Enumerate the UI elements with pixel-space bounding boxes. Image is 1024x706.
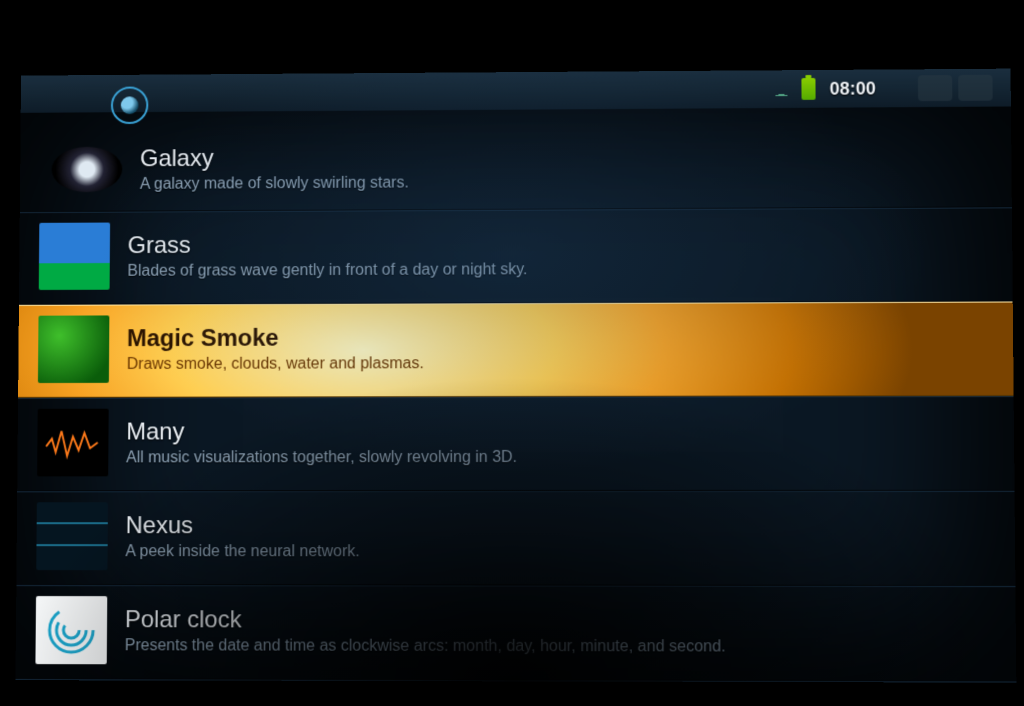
item-title: Polar clock: [125, 606, 996, 636]
polar-clock-thumb-icon: [35, 596, 107, 664]
screen: 08:00 Galaxy A galaxy made of slowly swi…: [15, 69, 1016, 683]
clock-text: 08:00: [829, 78, 875, 99]
item-desc: Presents the date and time as clockwise …: [125, 637, 996, 657]
smoke-thumb-icon: [38, 315, 109, 383]
item-desc: Draws smoke, clouds, water and plasmas.: [127, 353, 993, 373]
list-item-polar-clock[interactable]: Polar clock Presents the date and time a…: [15, 585, 1016, 682]
item-desc: A galaxy made of slowly swirling stars.: [140, 171, 992, 193]
list-item-magic-smoke[interactable]: Magic Smoke Draws smoke, clouds, water a…: [18, 301, 1014, 397]
item-title: Grass: [128, 228, 993, 260]
item-title: Nexus: [126, 512, 995, 540]
item-title: Magic Smoke: [127, 322, 993, 352]
many-thumb-icon: [37, 409, 109, 477]
nav-ghost-icon: [958, 75, 993, 101]
item-desc: A peek inside the neural network.: [125, 543, 994, 562]
wallpaper-list[interactable]: Galaxy A galaxy made of slowly swirling …: [15, 126, 1016, 682]
nav-ghost-icon: [918, 75, 952, 101]
item-desc: All music visualizations together, slowl…: [126, 448, 994, 467]
galaxy-thumb-icon: [51, 147, 122, 193]
item-title: Many: [126, 417, 994, 446]
app-orb-icon: [111, 86, 149, 124]
battery-icon: [801, 78, 815, 100]
status-bar: 08:00: [21, 69, 1011, 113]
nexus-thumb-icon: [36, 502, 108, 570]
item-desc: Blades of grass wave gently in front of …: [127, 259, 992, 280]
grass-thumb-icon: [39, 223, 110, 290]
item-title: Galaxy: [140, 140, 991, 173]
list-item-nexus[interactable]: Nexus A peek inside the neural network.: [16, 491, 1015, 586]
list-item-many[interactable]: Many All music visualizations together, …: [17, 396, 1014, 491]
list-item-grass[interactable]: Grass Blades of grass wave gently in fro…: [19, 207, 1013, 305]
wifi-icon: [771, 82, 791, 96]
list-item-galaxy[interactable]: Galaxy A galaxy made of slowly swirling …: [20, 126, 1012, 212]
